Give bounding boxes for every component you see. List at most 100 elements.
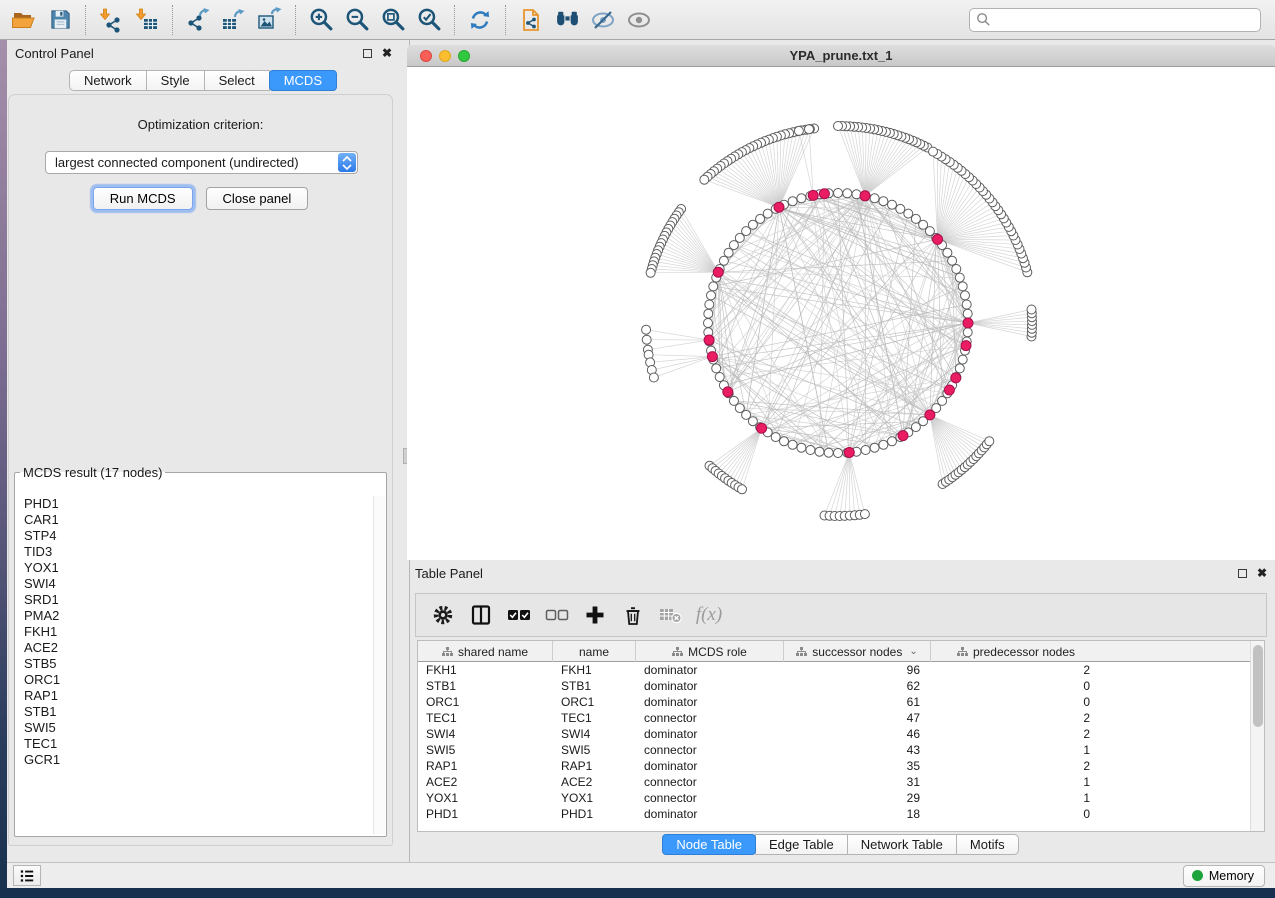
mcds-result-item[interactable]: SWI5 <box>24 720 373 736</box>
table-cell: STB1 <box>553 678 636 694</box>
mcds-result-item[interactable]: STB1 <box>24 704 373 720</box>
deselect-all-rows-button[interactable] <box>540 597 574 633</box>
zoom-in-button[interactable] <box>303 3 339 37</box>
binoculars-icon <box>554 6 581 33</box>
select-all-rows-button[interactable] <box>502 597 536 633</box>
task-history-button[interactable] <box>13 865 41 886</box>
close-panel-icon[interactable]: ✖ <box>382 46 392 60</box>
zoom-fit-button[interactable] <box>375 3 411 37</box>
open-folder-button[interactable] <box>6 3 42 37</box>
network-title: YPA_prune.txt_1 <box>407 48 1275 63</box>
mcds-result-item[interactable]: CAR1 <box>24 512 373 528</box>
table-cell: ORC1 <box>418 694 553 710</box>
show-columns-button[interactable] <box>464 597 498 633</box>
hide-elements-button[interactable] <box>585 3 621 37</box>
mcds-result-item[interactable]: TID3 <box>24 544 373 560</box>
table-cell: SWI4 <box>553 726 636 742</box>
tab-select[interactable]: Select <box>204 70 270 91</box>
tab-node-table[interactable]: Node Table <box>662 834 756 855</box>
column-header-predecessor-nodes[interactable]: predecessor nodes <box>931 641 1101 662</box>
export-image-button[interactable] <box>252 3 288 37</box>
network-graph[interactable] <box>407 67 1275 560</box>
table-row[interactable]: ORC1ORC1dominator610 <box>418 694 1250 710</box>
binoculars-button[interactable] <box>549 3 585 37</box>
column-header-name[interactable]: name <box>553 641 636 662</box>
mcds-result-item[interactable]: YOX1 <box>24 560 373 576</box>
table-row[interactable]: SWI4SWI4dominator462 <box>418 726 1250 742</box>
tab-style[interactable]: Style <box>146 70 205 91</box>
table-cell: 1 <box>931 774 1101 790</box>
criterion-select[interactable]: largest connected component (undirected) <box>45 151 358 174</box>
search-input[interactable] <box>991 10 1260 30</box>
table-row[interactable]: STB1STB1dominator620 <box>418 678 1250 694</box>
import-table-button[interactable] <box>129 3 165 37</box>
add-column-button[interactable] <box>578 597 612 633</box>
table-toolbar: f(x) <box>415 593 1267 637</box>
trash-icon <box>622 604 644 626</box>
table-settings-button[interactable] <box>426 597 460 633</box>
close-table-panel-icon[interactable]: ✖ <box>1257 566 1267 580</box>
mcds-scrollbar[interactable] <box>373 496 385 834</box>
mcds-result-list: PHD1CAR1STP4TID3YOX1SWI4SRD1PMA2FKH1ACE2… <box>16 496 373 834</box>
tab-network[interactable]: Network <box>69 70 147 91</box>
table-cell: 31 <box>784 774 931 790</box>
export-table-button[interactable] <box>216 3 252 37</box>
zoom-out-button[interactable] <box>339 3 375 37</box>
refresh-button[interactable] <box>462 3 498 37</box>
export-network-icon <box>185 7 211 33</box>
mcds-result-item[interactable]: ACE2 <box>24 640 373 656</box>
column-header-shared-name[interactable]: shared name <box>418 641 553 662</box>
mcds-result-item[interactable]: RAP1 <box>24 688 373 704</box>
network-window-titlebar[interactable]: YPA_prune.txt_1 <box>407 45 1275 67</box>
tab-mcds[interactable]: MCDS <box>269 70 337 91</box>
import-network-button[interactable] <box>93 3 129 37</box>
tab-motifs[interactable]: Motifs <box>956 834 1019 855</box>
show-elements-button[interactable] <box>621 3 657 37</box>
network-document-button[interactable] <box>513 3 549 37</box>
zoom-out-icon <box>345 7 370 32</box>
table-cell: 0 <box>931 678 1101 694</box>
columns-icon <box>470 604 492 626</box>
mcds-result-item[interactable]: GCR1 <box>24 752 373 768</box>
zoom-selected-button[interactable] <box>411 3 447 37</box>
mcds-result-item[interactable]: FKH1 <box>24 624 373 640</box>
table-body: FKH1FKH1dominator962STB1STB1dominator620… <box>418 662 1250 831</box>
column-header-MCDS-role[interactable]: MCDS role <box>636 641 784 662</box>
table-scrollbar-thumb[interactable] <box>1253 645 1263 727</box>
save-button[interactable] <box>42 3 78 37</box>
memory-button[interactable]: Memory <box>1183 865 1265 887</box>
network-canvas[interactable] <box>407 67 1275 560</box>
table-panel-header: Table Panel ✖ <box>407 560 1275 586</box>
toolbar-separator <box>505 5 506 35</box>
float-panel-icon[interactable] <box>363 49 372 58</box>
table-row[interactable]: RAP1RAP1dominator352 <box>418 758 1250 774</box>
table-row[interactable]: PHD1PHD1dominator180 <box>418 806 1250 822</box>
mcds-result-item[interactable]: ORC1 <box>24 672 373 688</box>
column-header-successor-nodes[interactable]: successor nodes⌄ <box>784 641 931 662</box>
table-cell: connector <box>636 790 784 806</box>
table-tabs: Node Table Edge Table Network Table Moti… <box>407 834 1275 855</box>
close-panel-button[interactable]: Close panel <box>206 187 309 210</box>
table-scrollbar[interactable] <box>1250 641 1264 831</box>
table-cell: 46 <box>784 726 931 742</box>
table-row[interactable]: TEC1TEC1connector472 <box>418 710 1250 726</box>
mcds-result-item[interactable]: SWI4 <box>24 576 373 592</box>
run-mcds-button[interactable]: Run MCDS <box>93 187 193 210</box>
control-panel-header: Control Panel ✖ <box>7 40 400 66</box>
delete-column-button[interactable] <box>616 597 650 633</box>
tab-network-table[interactable]: Network Table <box>847 834 957 855</box>
mcds-result-item[interactable]: STB5 <box>24 656 373 672</box>
mcds-result-item[interactable]: PMA2 <box>24 608 373 624</box>
table-row[interactable]: SWI5SWI5connector431 <box>418 742 1250 758</box>
mcds-result-item[interactable]: SRD1 <box>24 592 373 608</box>
tab-edge-table[interactable]: Edge Table <box>755 834 848 855</box>
export-network-button[interactable] <box>180 3 216 37</box>
mcds-result-item[interactable]: STP4 <box>24 528 373 544</box>
mcds-result-item[interactable]: TEC1 <box>24 736 373 752</box>
table-row[interactable]: FKH1FKH1dominator962 <box>418 662 1250 678</box>
float-table-panel-icon[interactable] <box>1238 569 1247 578</box>
mcds-result-item[interactable]: PHD1 <box>24 496 373 512</box>
table-row[interactable]: ACE2ACE2connector311 <box>418 774 1250 790</box>
select-stepper-icon <box>338 153 356 172</box>
table-row[interactable]: YOX1YOX1connector291 <box>418 790 1250 806</box>
